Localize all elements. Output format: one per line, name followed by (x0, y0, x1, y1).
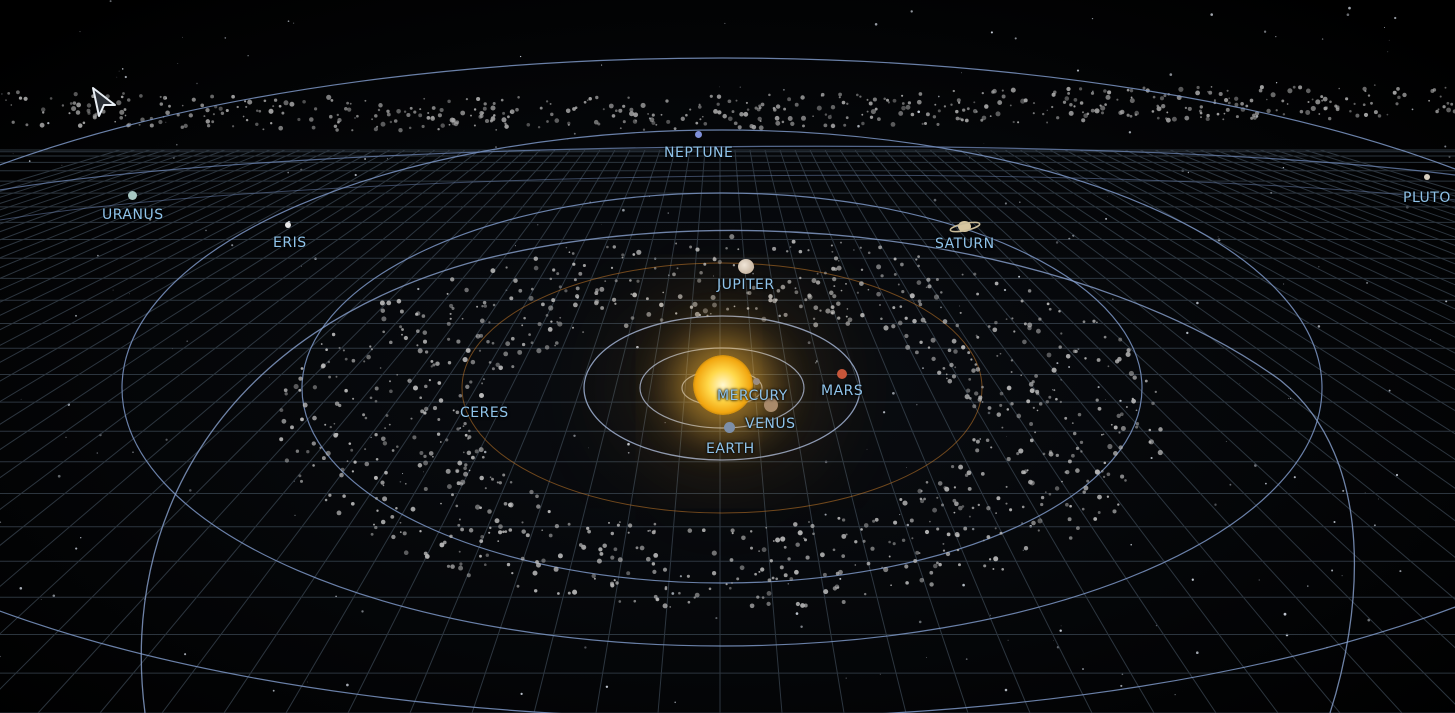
uranus-planet[interactable] (128, 191, 137, 200)
eris-planet[interactable] (285, 222, 291, 228)
eris-label[interactable]: ERIS (273, 235, 307, 251)
jupiter-label[interactable]: JUPITER (717, 277, 775, 293)
ceres-label[interactable]: CERES (460, 405, 509, 421)
arrow-cursor-icon (92, 87, 116, 117)
neptune-label[interactable]: NEPTUNE (664, 145, 733, 161)
mars-planet[interactable] (837, 369, 847, 379)
saturn-rings (949, 221, 981, 233)
earth-label[interactable]: EARTH (706, 441, 755, 457)
neptune-planet[interactable] (695, 131, 702, 138)
uranus-label[interactable]: URANUS (102, 207, 164, 223)
pluto-label[interactable]: PLUTO (1403, 190, 1451, 206)
pluto-planet[interactable] (1424, 174, 1430, 180)
jupiter-planet[interactable] (738, 259, 754, 274)
mars-label[interactable]: MARS (821, 383, 863, 399)
ceres-planet[interactable] (479, 393, 484, 398)
mercury-label[interactable]: MERCURY (717, 388, 788, 404)
saturn-label[interactable]: SATURN (935, 236, 995, 252)
venus-label[interactable]: VENUS (745, 416, 796, 432)
sun[interactable] (693, 355, 753, 415)
mercury-planet[interactable] (753, 378, 760, 385)
earth-planet[interactable] (724, 422, 735, 433)
